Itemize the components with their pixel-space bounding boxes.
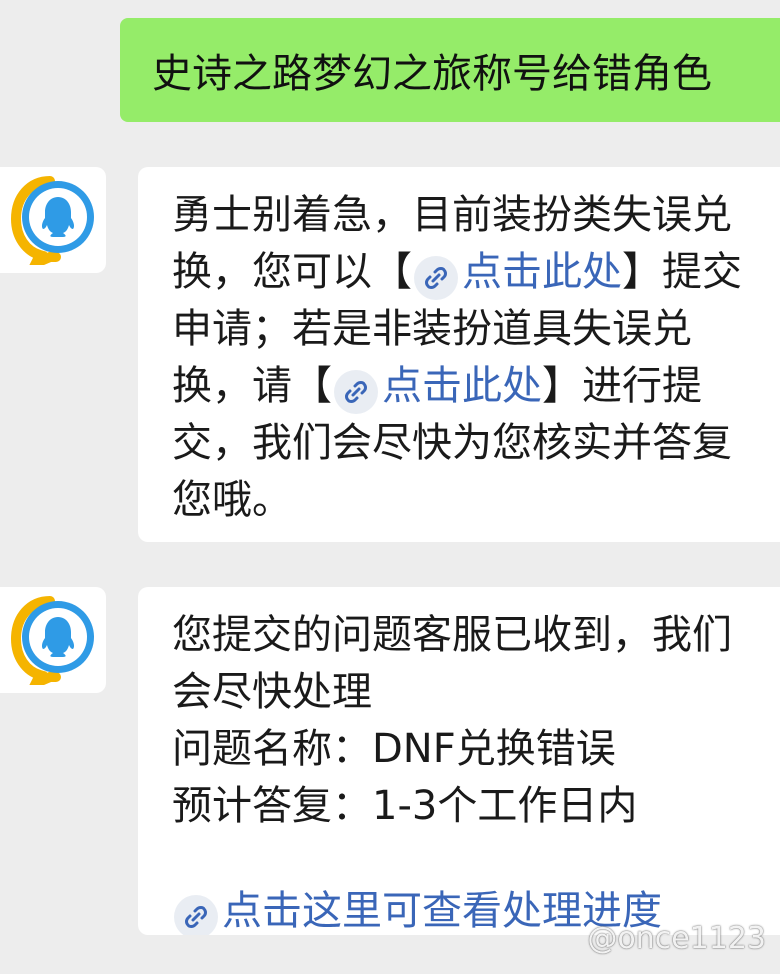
message-line: 会尽快处理 [172, 669, 372, 715]
qq-service-bot-icon [10, 596, 94, 685]
outgoing-message-text: 史诗之路梦幻之旅称号给错角色 [152, 51, 712, 97]
message-text: 换，您可以【 [172, 249, 412, 295]
message-text: 】进行提 [542, 363, 702, 409]
link-icon [414, 256, 458, 300]
watermark: @once1123 [587, 921, 766, 956]
chat-window: 史诗之路梦幻之旅称号给错角色 勇士别着急，目前装扮类失误兑 换，您可以【 点击此处… [0, 0, 780, 974]
message-text: 换，请【 [172, 363, 332, 409]
click-here-link-costume[interactable]: 点击此处 [462, 249, 622, 295]
issue-name-line: 问题名称：DNF兑换错误 [172, 726, 616, 772]
outgoing-message-bubble[interactable]: 史诗之路梦幻之旅称号给错角色 [120, 18, 780, 122]
message-line: 您哦。 [172, 477, 292, 523]
message-line: 申请；若是非装扮道具失误兑 [172, 306, 692, 352]
link-icon [334, 370, 378, 414]
message-line: 交，我们会尽快为您核实并答复 [172, 420, 732, 466]
message-line: 勇士别着急，目前装扮类失误兑 [172, 192, 732, 238]
qq-service-bot-icon [10, 176, 94, 265]
expected-reply-line: 预计答复：1-3个工作日内 [172, 783, 638, 829]
service-reply-bubble: 您提交的问题客服已收到，我们 会尽快处理 问题名称：DNF兑换错误 预计答复：1… [138, 587, 780, 935]
message-line: 换，您可以【 点击此处】提交 [172, 244, 780, 301]
link-icon [174, 895, 218, 935]
click-here-link-item[interactable]: 点击此处 [382, 363, 542, 409]
message-text: 】提交 [622, 249, 742, 295]
message-line: 换，请【 点击此处】进行提 [172, 358, 780, 415]
service-reply-bubble: 勇士别着急，目前装扮类失误兑 换，您可以【 点击此处】提交 申请；若是非装扮道具失… [138, 167, 780, 542]
service-avatar[interactable] [0, 167, 106, 273]
message-line: 您提交的问题客服已收到，我们 [172, 612, 732, 658]
service-avatar[interactable] [0, 587, 106, 693]
